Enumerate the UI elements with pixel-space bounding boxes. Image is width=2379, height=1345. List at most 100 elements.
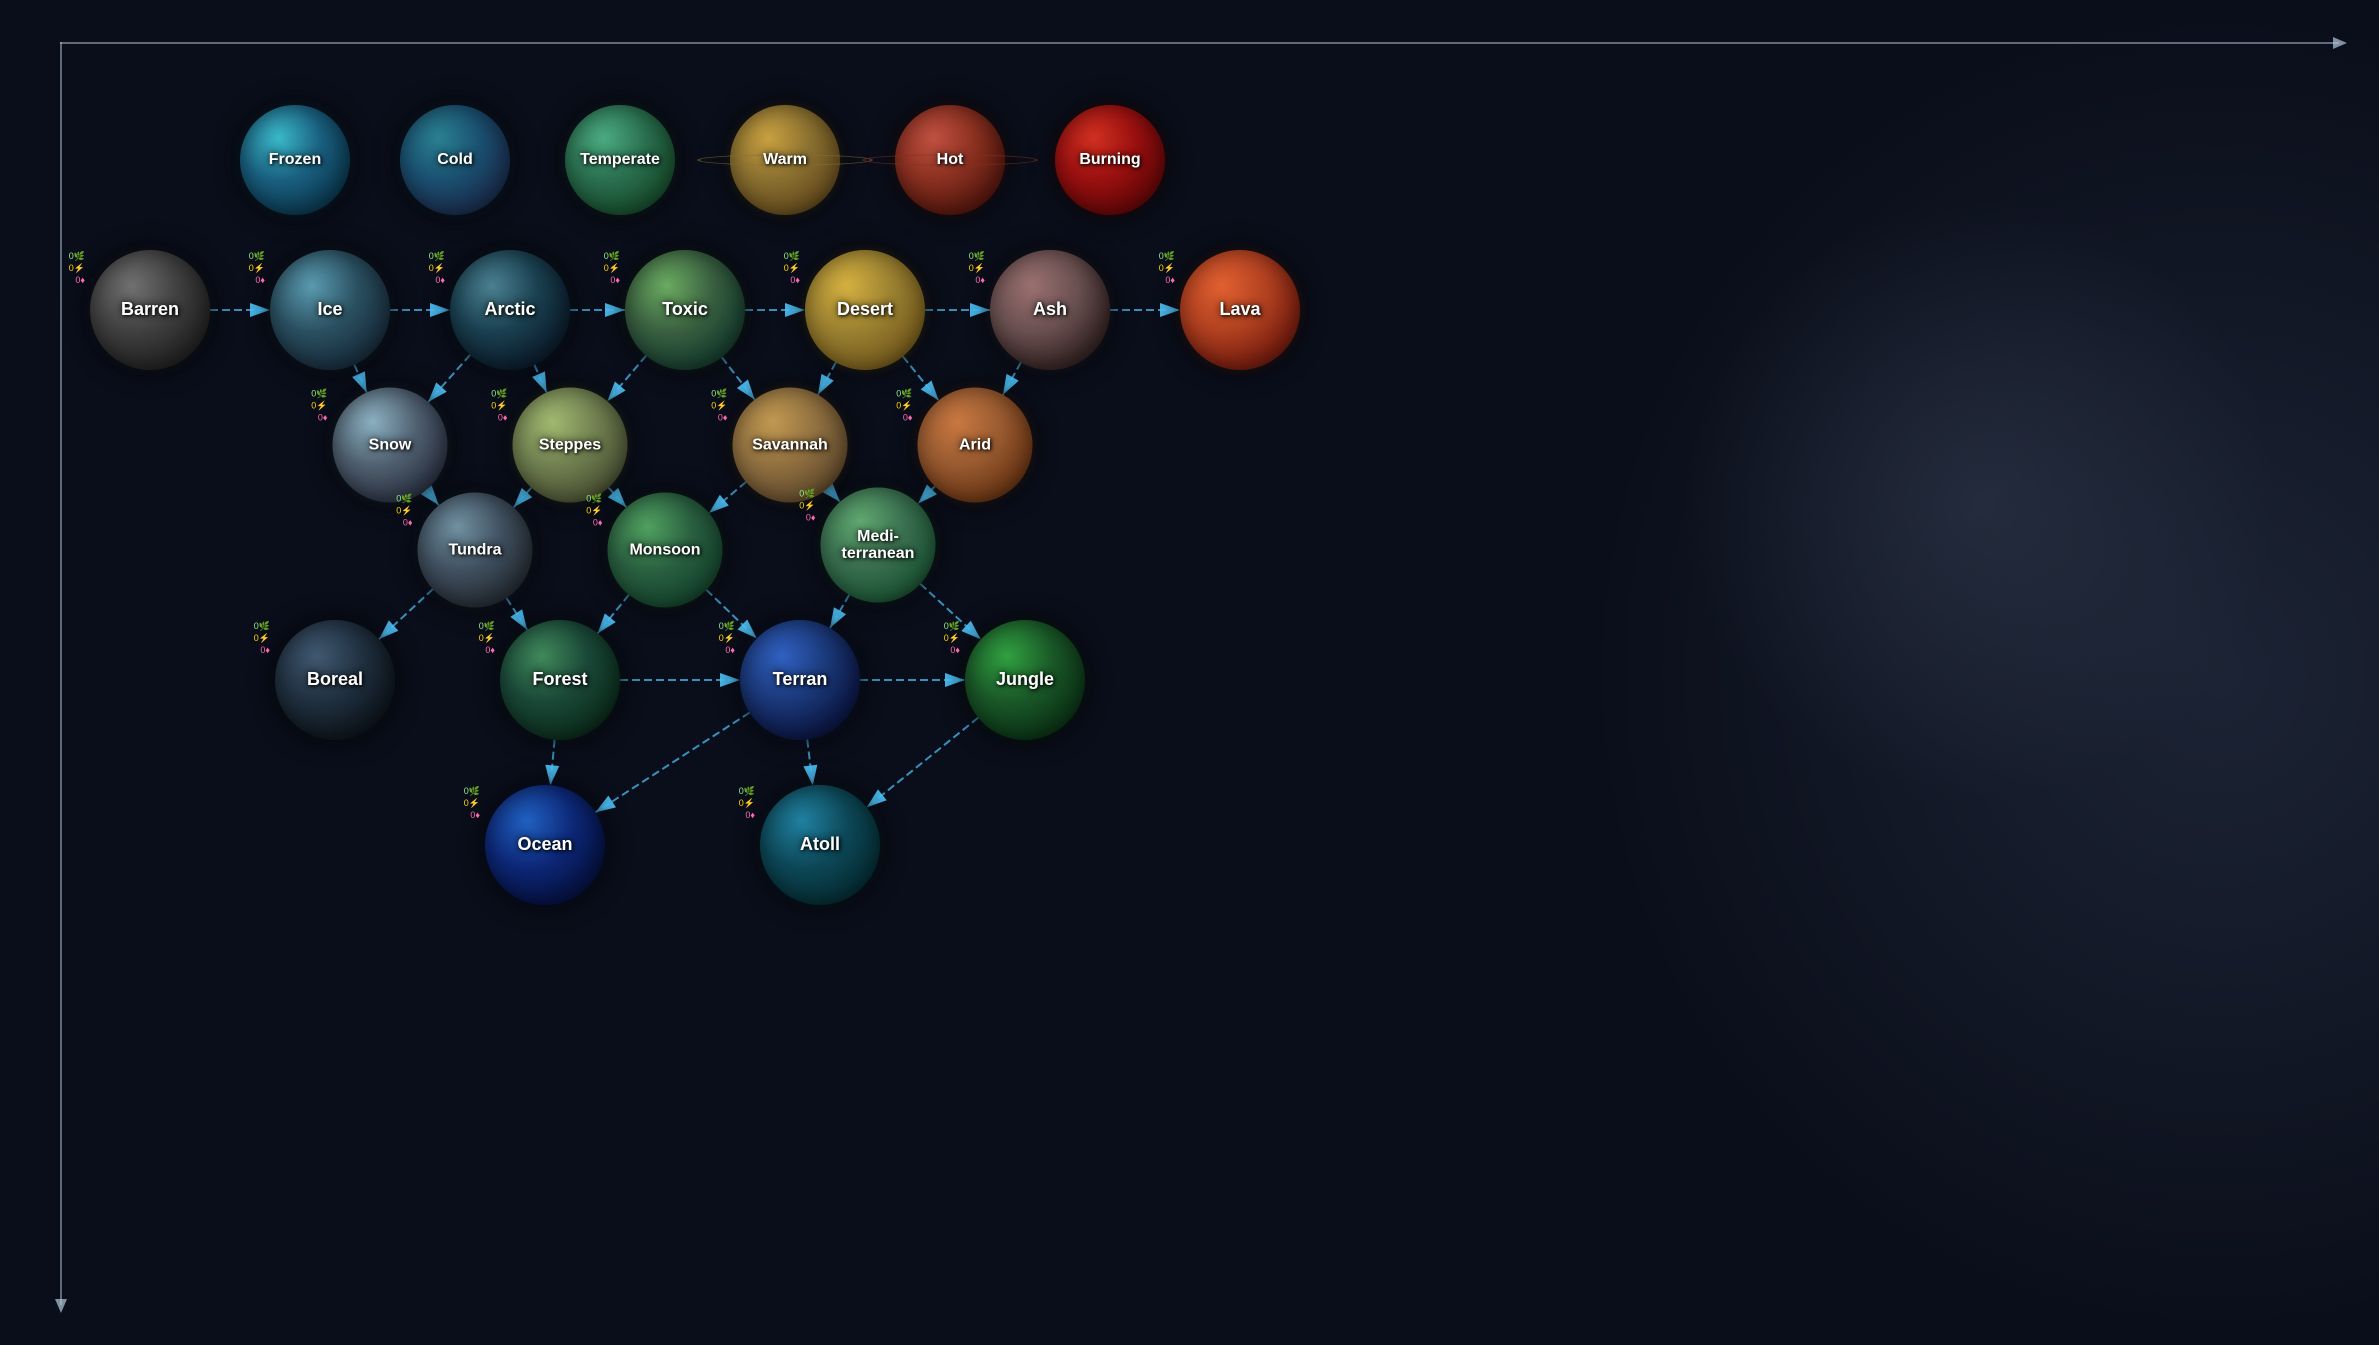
planet-snow[interactable]: Snow0🌿0⚡0♦ — [333, 388, 448, 503]
planet-label-cold: Cold — [400, 151, 510, 169]
planet-label-hot: Hot — [895, 151, 1005, 169]
planet-circle-desert: Desert — [805, 250, 925, 370]
planet-label-atoll: Atoll — [760, 835, 880, 855]
planet-circle-barren: Barren — [90, 250, 210, 370]
planet-hot[interactable]: Hot — [895, 105, 1005, 215]
planet-stats-lava: 0🌿0⚡0♦ — [1125, 250, 1175, 286]
planet-boreal[interactable]: Boreal0🌿0⚡0♦ — [275, 620, 395, 740]
planet-stats-ice: 0🌿0⚡0♦ — [215, 250, 265, 286]
planet-mediterranean[interactable]: Medi-terranean0🌿0⚡0♦ — [821, 488, 936, 603]
planet-ash[interactable]: Ash0🌿0⚡0♦ — [990, 250, 1110, 370]
planet-ocean[interactable]: Ocean0🌿0⚡0♦ — [485, 785, 605, 905]
planet-circle-steppes: Steppes — [513, 388, 628, 503]
planet-label-barren: Barren — [90, 300, 210, 320]
planet-cold[interactable]: Cold — [400, 105, 510, 215]
planet-warm[interactable]: Warm — [730, 105, 840, 215]
planet-stats-steppes: 0🌿0⚡0♦ — [458, 388, 508, 424]
planet-label-ocean: Ocean — [485, 835, 605, 855]
planet-label-terran: Terran — [740, 670, 860, 690]
planet-stats-mediterranean: 0🌿0⚡0♦ — [766, 488, 816, 524]
background-nebula2 — [1679, 200, 2279, 800]
planet-desert[interactable]: Desert0🌿0⚡0♦ — [805, 250, 925, 370]
planet-ice[interactable]: Ice0🌿0⚡0♦ — [270, 250, 390, 370]
planet-stats-snow: 0🌿0⚡0♦ — [278, 388, 328, 424]
planet-label-frozen: Frozen — [240, 151, 350, 169]
planet-label-steppes: Steppes — [513, 436, 628, 454]
planet-stats-terran: 0🌿0⚡0♦ — [685, 620, 735, 656]
planet-stats-boreal: 0🌿0⚡0♦ — [220, 620, 270, 656]
planet-label-mediterranean: Medi-terranean — [821, 527, 936, 562]
planet-stats-barren: 0🌿0⚡0♦ — [35, 250, 85, 286]
planet-circle-arid: Arid — [918, 388, 1033, 503]
planet-circle-savannah: Savannah — [733, 388, 848, 503]
planet-circle-ocean: Ocean — [485, 785, 605, 905]
planet-circle-forest: Forest — [500, 620, 620, 740]
planet-label-arid: Arid — [918, 436, 1033, 454]
planet-label-ice: Ice — [270, 300, 390, 320]
planet-circle-frozen: Frozen — [240, 105, 350, 215]
planet-monsoon[interactable]: Monsoon0🌿0⚡0♦ — [608, 493, 723, 608]
planet-circle-toxic: Toxic — [625, 250, 745, 370]
planet-forest[interactable]: Forest0🌿0⚡0♦ — [500, 620, 620, 740]
planet-label-arctic: Arctic — [450, 300, 570, 320]
planet-circle-warm: Warm — [730, 105, 840, 215]
planet-label-savannah: Savannah — [733, 436, 848, 454]
planet-label-monsoon: Monsoon — [608, 541, 723, 559]
planet-stats-arid: 0🌿0⚡0♦ — [863, 388, 913, 424]
planet-lava[interactable]: Lava0🌿0⚡0♦ — [1180, 250, 1300, 370]
planet-circle-boreal: Boreal — [275, 620, 395, 740]
planet-circle-snow: Snow — [333, 388, 448, 503]
planet-arctic[interactable]: Arctic0🌿0⚡0♦ — [450, 250, 570, 370]
temperature-axis — [60, 42, 2339, 44]
planet-circle-terran: Terran — [740, 620, 860, 740]
planet-steppes[interactable]: Steppes0🌿0⚡0♦ — [513, 388, 628, 503]
planet-tundra[interactable]: Tundra0🌿0⚡0♦ — [418, 493, 533, 608]
planet-arid[interactable]: Arid0🌿0⚡0♦ — [918, 388, 1033, 503]
planet-label-burning: Burning — [1055, 151, 1165, 169]
planet-stats-desert: 0🌿0⚡0♦ — [750, 250, 800, 286]
biodiversity-axis — [60, 42, 62, 1305]
planet-label-jungle: Jungle — [965, 670, 1085, 690]
planet-circle-jungle: Jungle — [965, 620, 1085, 740]
planet-stats-ocean: 0🌿0⚡0♦ — [430, 785, 480, 821]
planet-stats-monsoon: 0🌿0⚡0♦ — [553, 493, 603, 529]
background-nebula — [1579, 0, 2379, 1345]
planet-stats-jungle: 0🌿0⚡0♦ — [910, 620, 960, 656]
planet-label-lava: Lava — [1180, 300, 1300, 320]
planet-circle-monsoon: Monsoon — [608, 493, 723, 608]
planet-burning[interactable]: Burning — [1055, 105, 1165, 215]
planet-jungle[interactable]: Jungle0🌿0⚡0♦ — [965, 620, 1085, 740]
planet-label-toxic: Toxic — [625, 300, 745, 320]
planet-stats-forest: 0🌿0⚡0♦ — [445, 620, 495, 656]
planet-circle-arctic: Arctic — [450, 250, 570, 370]
planet-stats-savannah: 0🌿0⚡0♦ — [678, 388, 728, 424]
planet-circle-ash: Ash — [990, 250, 1110, 370]
planet-circle-temperate: Temperate — [565, 105, 675, 215]
planet-circle-tundra: Tundra — [418, 493, 533, 608]
planet-circle-lava: Lava — [1180, 250, 1300, 370]
planet-label-boreal: Boreal — [275, 670, 395, 690]
planet-barren[interactable]: Barren0🌿0⚡0♦ — [90, 250, 210, 370]
planet-stats-toxic: 0🌿0⚡0♦ — [570, 250, 620, 286]
planet-circle-atoll: Atoll — [760, 785, 880, 905]
planet-label-temperate: Temperate — [565, 151, 675, 169]
planet-stats-arctic: 0🌿0⚡0♦ — [395, 250, 445, 286]
planet-circle-ice: Ice — [270, 250, 390, 370]
planet-toxic[interactable]: Toxic0🌿0⚡0♦ — [625, 250, 745, 370]
planet-label-forest: Forest — [500, 670, 620, 690]
planet-circle-burning: Burning — [1055, 105, 1165, 215]
planet-label-snow: Snow — [333, 436, 448, 454]
planet-terran[interactable]: Terran0🌿0⚡0♦ — [740, 620, 860, 740]
planet-stats-tundra: 0🌿0⚡0♦ — [363, 493, 413, 529]
planet-circle-mediterranean: Medi-terranean — [821, 488, 936, 603]
planet-temperate[interactable]: Temperate — [565, 105, 675, 215]
planet-savannah[interactable]: Savannah0🌿0⚡0♦ — [733, 388, 848, 503]
planet-atoll[interactable]: Atoll0🌿0⚡0♦ — [760, 785, 880, 905]
planet-stats-ash: 0🌿0⚡0♦ — [935, 250, 985, 286]
planet-frozen[interactable]: Frozen — [240, 105, 350, 215]
planet-label-tundra: Tundra — [418, 541, 533, 559]
planet-label-warm: Warm — [730, 151, 840, 169]
planet-stats-atoll: 0🌿0⚡0♦ — [705, 785, 755, 821]
planet-circle-hot: Hot — [895, 105, 1005, 215]
planet-label-desert: Desert — [805, 300, 925, 320]
